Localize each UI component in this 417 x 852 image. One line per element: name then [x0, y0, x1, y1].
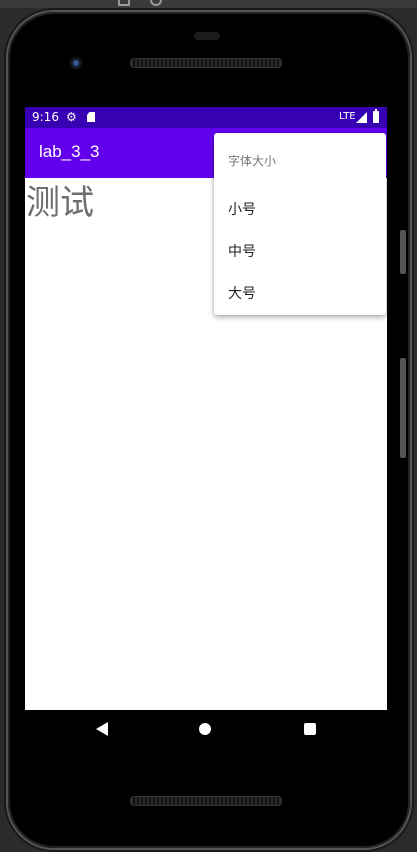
menu-item-label: 中号 [228, 244, 256, 260]
top-speaker-grille [130, 58, 282, 68]
earpiece [194, 32, 220, 40]
signal-icon [356, 112, 367, 123]
menu-item-large[interactable]: 大号 [214, 271, 386, 313]
settings-icon: ⚙ [66, 110, 77, 124]
home-icon[interactable] [199, 723, 211, 735]
menu-item-medium[interactable]: 中号 [214, 229, 386, 271]
toolbar-glyph [118, 0, 130, 6]
toolbar-glyph [150, 0, 162, 6]
menu-item-label: 小号 [228, 202, 256, 218]
sd-card-icon [87, 112, 95, 122]
emulator-toolbar-strip [0, 0, 417, 8]
menu-item-small[interactable]: 小号 [214, 187, 386, 229]
back-icon[interactable] [96, 722, 108, 736]
status-bar: 9:16 ⚙ LTE [25, 107, 387, 128]
menu-item-label: 大号 [228, 286, 256, 302]
font-size-menu: 字体大小 小号 中号 大号 [214, 133, 386, 315]
navigation-bar [25, 710, 387, 752]
bottom-speaker-grille [130, 796, 282, 806]
sample-text: 测试 [26, 183, 94, 223]
app-title: lab_3_3 [39, 142, 100, 161]
network-type: LTE [339, 111, 356, 122]
recents-icon[interactable] [304, 723, 316, 735]
front-camera [69, 56, 83, 70]
battery-icon [373, 109, 379, 123]
power-button [400, 230, 406, 274]
volume-button [400, 358, 406, 458]
device-frame: 9:16 ⚙ LTE lab_3_3 测试 字体大小 小号 中号 大号 [8, 12, 410, 848]
menu-header: 字体大小 [228, 154, 277, 168]
status-time: 9:16 [32, 110, 59, 124]
device-screen: 9:16 ⚙ LTE lab_3_3 测试 字体大小 小号 中号 大号 [25, 107, 387, 710]
